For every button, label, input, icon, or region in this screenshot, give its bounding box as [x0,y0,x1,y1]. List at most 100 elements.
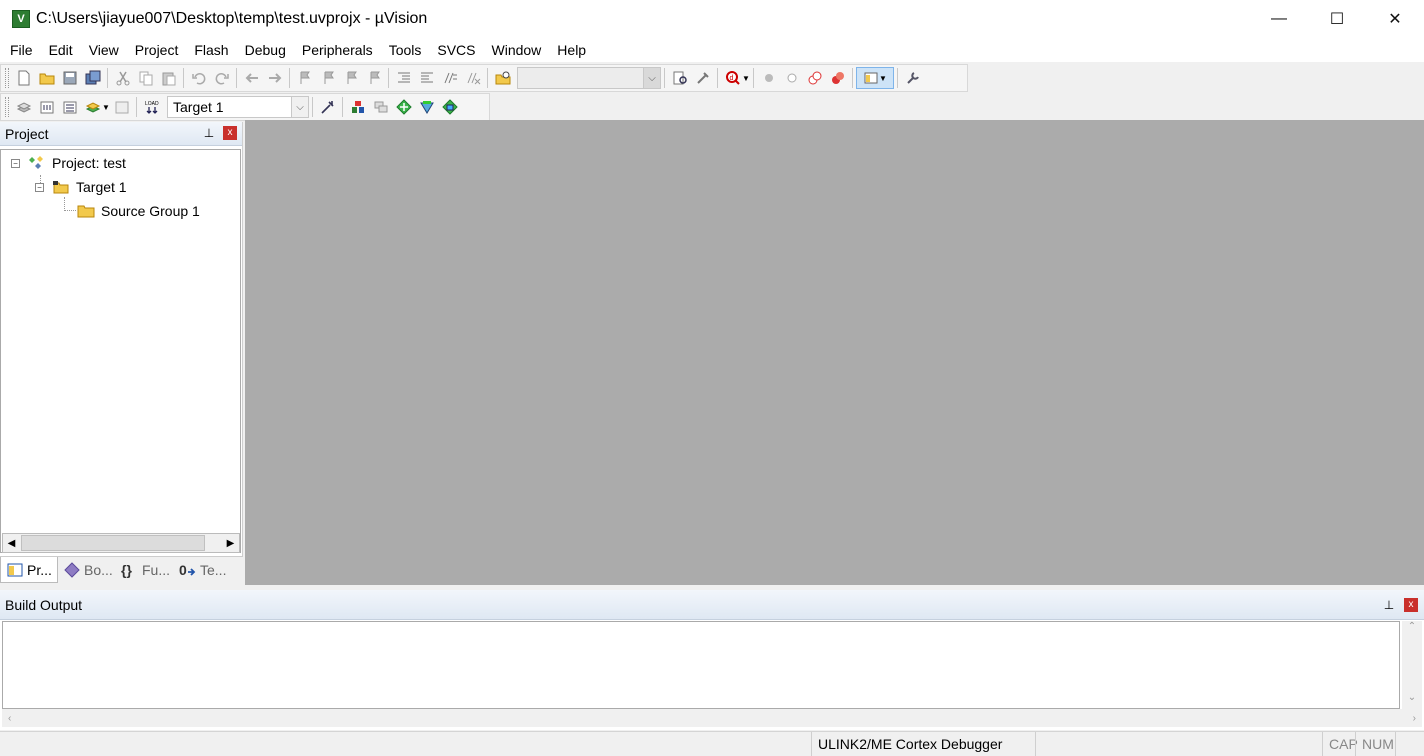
cut-icon[interactable] [111,67,134,89]
new-file-icon[interactable] [12,67,35,89]
scroll-down-icon[interactable]: ⌄ [1402,692,1422,709]
menu-window[interactable]: Window [484,38,550,62]
navigate-forward-icon[interactable] [263,67,286,89]
maximize-button[interactable]: ☐ [1308,0,1366,38]
close-window-button[interactable]: ✕ [1366,0,1424,38]
pin-icon[interactable]: ⊥ [202,126,216,140]
save-all-icon[interactable] [81,67,104,89]
pack-installer-icon[interactable] [415,96,438,118]
scroll-thumb[interactable] [21,535,205,551]
build-icon[interactable] [35,96,58,118]
menu-flash[interactable]: Flash [186,38,236,62]
comment-icon[interactable] [438,67,461,89]
menu-tools[interactable]: Tools [381,38,430,62]
redo-icon[interactable] [210,67,233,89]
svg-text:d: d [729,75,733,82]
build-output-horizontal-scrollbar[interactable]: ‹ › [2,709,1422,727]
menu-debug[interactable]: Debug [237,38,294,62]
tab-label: Pr... [27,561,52,578]
close-icon[interactable]: x [223,126,237,140]
batch-dropdown-caret-icon[interactable]: ▼ [102,103,110,112]
breakpoint-insert-icon[interactable] [757,67,780,89]
project-horizontal-scrollbar[interactable]: ◀ ▶ [2,533,240,553]
menu-view[interactable]: View [81,38,127,62]
tree-item-label: Project: test [52,155,126,171]
uncomment-icon[interactable] [461,67,484,89]
tab-books[interactable]: Bo... [58,557,116,583]
chevron-down-icon[interactable]: ⌵ [643,68,660,88]
toolbar-separator [136,97,137,117]
tree-item-label: Target 1 [76,179,127,195]
select-packs-icon[interactable] [369,96,392,118]
translate-icon[interactable] [12,96,35,118]
rebuild-icon[interactable] [58,96,81,118]
close-icon[interactable]: x [1404,598,1418,612]
breakpoint-kill-all-icon[interactable] [826,67,849,89]
find-combo[interactable]: ⌵ [517,67,661,89]
project-pane: Project ⊥ x − Project: test − Target 1 S… [0,122,243,584]
build-output-vertical-scrollbar[interactable]: ⌃ ⌄ [1402,621,1422,709]
scroll-left-icon[interactable]: ‹ [8,713,11,724]
indent-icon[interactable] [392,67,415,89]
bookmark-toggle-icon[interactable] [293,67,316,89]
incremental-find-icon[interactable] [668,67,691,89]
collapse-icon[interactable]: − [11,158,20,168]
pin-icon[interactable]: ⊥ [1382,598,1396,612]
unindent-icon[interactable] [415,67,438,89]
batch-build-icon[interactable] [81,96,104,118]
undo-icon[interactable] [187,67,210,89]
tree-item-target[interactable]: − Target 1 [35,176,127,198]
tab-templates[interactable]: 0 Te... [174,557,232,583]
menu-project[interactable]: Project [127,38,187,62]
bookmark-prev-icon[interactable] [316,67,339,89]
stop-build-icon[interactable] [110,96,133,118]
download-load-icon[interactable]: LOAD [140,96,163,118]
scroll-left-icon[interactable]: ◀ [3,538,20,549]
breakpoint-enable-icon[interactable] [780,67,803,89]
tab-project[interactable]: Pr... [0,557,58,583]
scroll-up-icon[interactable]: ⌃ [1402,621,1422,638]
tree-line [64,210,76,211]
scroll-right-icon[interactable]: ▶ [222,538,239,549]
build-output-text[interactable] [2,621,1400,709]
toolbar-grip[interactable] [5,68,9,88]
collapse-icon[interactable]: − [35,182,44,192]
debug-dropdown-caret-icon[interactable]: ▼ [742,74,750,83]
window-layout-icon[interactable]: ▼ [856,67,894,89]
configure-wrench-icon[interactable] [901,67,924,89]
scroll-right-icon[interactable]: › [1413,713,1416,724]
paste-icon[interactable] [157,67,180,89]
manage-project-items-icon[interactable] [346,96,369,118]
debug-session-icon[interactable]: d [721,67,744,89]
tab-functions[interactable]: {} Fu... [116,557,174,583]
minimize-button[interactable]: — [1250,0,1308,38]
tree-item-source-group[interactable]: Source Group 1 [77,200,200,222]
manage-rte-icon[interactable] [392,96,415,118]
menu-edit[interactable]: Edit [41,38,81,62]
status-resize-grip[interactable] [1395,732,1424,756]
breakpoint-disable-all-icon[interactable] [803,67,826,89]
target-select[interactable]: Target 1 ⌵ [167,96,309,118]
find-in-files-icon[interactable] [491,67,514,89]
toolbar-separator [897,68,898,88]
status-debugger: ULINK2/ME Cortex Debugger [811,732,1035,756]
target-options-icon[interactable] [316,96,339,118]
save-icon[interactable] [58,67,81,89]
bookmark-next-icon[interactable] [339,67,362,89]
toolbar-grip[interactable] [5,97,9,117]
menu-help[interactable]: Help [549,38,594,62]
find-replace-icon[interactable] [691,67,714,89]
software-packs-icon[interactable] [438,96,461,118]
menu-file[interactable]: File [2,38,41,62]
chevron-down-icon[interactable]: ⌵ [291,97,308,117]
tree-item-project[interactable]: − Project: test [11,152,126,174]
editor-area[interactable] [245,120,1424,585]
copy-icon[interactable] [134,67,157,89]
menu-svcs[interactable]: SVCS [429,38,483,62]
bookmark-clear-icon[interactable] [362,67,385,89]
toolbar-separator [183,68,184,88]
navigate-back-icon[interactable] [240,67,263,89]
toolbar-separator [312,97,313,117]
menu-peripherals[interactable]: Peripherals [294,38,381,62]
open-folder-icon[interactable] [35,67,58,89]
